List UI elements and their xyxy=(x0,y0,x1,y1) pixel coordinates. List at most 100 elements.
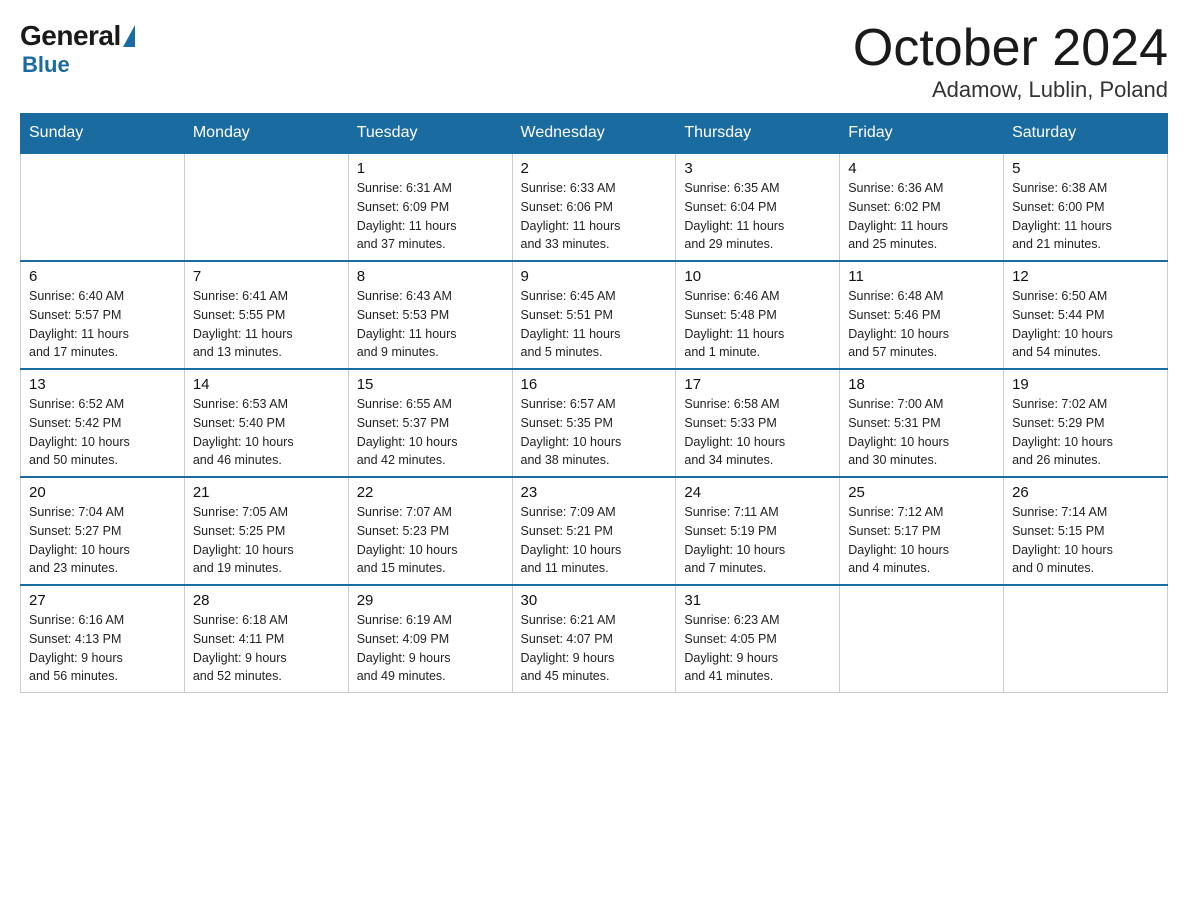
calendar-cell: 17 Sunrise: 6:58 AMSunset: 5:33 PMDayligh… xyxy=(676,369,840,477)
month-title: October 2024 xyxy=(853,20,1168,77)
day-number: 17 xyxy=(684,376,831,393)
weekday-header-thursday: Thursday xyxy=(676,114,840,154)
day-number: 10 xyxy=(684,268,831,285)
day-number: 20 xyxy=(29,484,176,501)
day-number: 28 xyxy=(193,592,340,609)
day-info: Sunrise: 6:57 AMSunset: 5:35 PMDaylight:… xyxy=(521,395,668,470)
weekday-header-wednesday: Wednesday xyxy=(512,114,676,154)
day-info: Sunrise: 7:00 AMSunset: 5:31 PMDaylight:… xyxy=(848,395,995,470)
calendar-cell: 24Sunrise: 7:11 AMSunset: 5:19 PMDayligh… xyxy=(676,477,840,585)
day-info: Sunrise: 6:33 AMSunset: 6:06 PMDaylight:… xyxy=(521,179,668,254)
calendar-cell: 20 Sunrise: 7:04 AMSunset: 5:27 PMDayligh… xyxy=(21,477,185,585)
day-info: Sunrise: 6:52 AMSunset: 5:42 PMDaylight:… xyxy=(29,395,176,470)
day-number: 26 xyxy=(1012,484,1159,501)
calendar-cell: 12 Sunrise: 6:50 AMSunset: 5:44 PMDayligh… xyxy=(1004,261,1168,369)
day-info: Sunrise: 6:18 AMSunset: 4:11 PMDaylight:… xyxy=(193,611,340,686)
day-info: Sunrise: 6:23 AMSunset: 4:05 PMDaylight:… xyxy=(684,611,831,686)
calendar-cell: 3Sunrise: 6:35 AMSunset: 6:04 PMDaylight… xyxy=(676,153,840,261)
calendar-cell: 9 Sunrise: 6:45 AMSunset: 5:51 PMDaylight… xyxy=(512,261,676,369)
day-number: 16 xyxy=(521,376,668,393)
day-info: Sunrise: 7:12 AMSunset: 5:17 PMDaylight:… xyxy=(848,503,995,578)
day-number: 5 xyxy=(1012,160,1159,177)
day-info: Sunrise: 6:50 AMSunset: 5:44 PMDaylight:… xyxy=(1012,287,1159,362)
location-title: Adamow, Lublin, Poland xyxy=(853,77,1168,103)
day-info: Sunrise: 7:14 AMSunset: 5:15 PMDaylight:… xyxy=(1012,503,1159,578)
calendar-cell: 26 Sunrise: 7:14 AMSunset: 5:15 PMDayligh… xyxy=(1004,477,1168,585)
calendar-cell xyxy=(21,153,185,261)
day-number: 1 xyxy=(357,160,504,177)
calendar-cell: 21 Sunrise: 7:05 AMSunset: 5:25 PMDayligh… xyxy=(184,477,348,585)
day-number: 15 xyxy=(357,376,504,393)
day-number: 6 xyxy=(29,268,176,285)
day-number: 13 xyxy=(29,376,176,393)
day-info: Sunrise: 6:53 AMSunset: 5:40 PMDaylight:… xyxy=(193,395,340,470)
day-number: 25 xyxy=(848,484,995,501)
day-number: 19 xyxy=(1012,376,1159,393)
day-info: Sunrise: 7:05 AMSunset: 5:25 PMDaylight:… xyxy=(193,503,340,578)
day-number: 3 xyxy=(684,160,831,177)
calendar-cell: 30 Sunrise: 6:21 AMSunset: 4:07 PMDayligh… xyxy=(512,585,676,693)
day-info: Sunrise: 6:36 AMSunset: 6:02 PMDaylight:… xyxy=(848,179,995,254)
calendar-week-row: 20 Sunrise: 7:04 AMSunset: 5:27 PMDayligh… xyxy=(21,477,1168,585)
day-number: 30 xyxy=(521,592,668,609)
day-info: Sunrise: 7:02 AMSunset: 5:29 PMDaylight:… xyxy=(1012,395,1159,470)
day-number: 11 xyxy=(848,268,995,285)
weekday-header-tuesday: Tuesday xyxy=(348,114,512,154)
calendar-cell: 4 Sunrise: 6:36 AMSunset: 6:02 PMDaylight… xyxy=(840,153,1004,261)
logo-general-text: General xyxy=(20,20,121,52)
day-number: 27 xyxy=(29,592,176,609)
calendar-week-row: 1 Sunrise: 6:31 AMSunset: 6:09 PMDaylight… xyxy=(21,153,1168,261)
calendar-cell: 5 Sunrise: 6:38 AMSunset: 6:00 PMDaylight… xyxy=(1004,153,1168,261)
calendar-week-row: 13 Sunrise: 6:52 AMSunset: 5:42 PMDayligh… xyxy=(21,369,1168,477)
calendar-cell: 16 Sunrise: 6:57 AMSunset: 5:35 PMDayligh… xyxy=(512,369,676,477)
logo-blue-text: Blue xyxy=(22,52,70,78)
day-info: Sunrise: 6:55 AMSunset: 5:37 PMDaylight:… xyxy=(357,395,504,470)
day-number: 18 xyxy=(848,376,995,393)
day-info: Sunrise: 7:09 AMSunset: 5:21 PMDaylight:… xyxy=(521,503,668,578)
day-info: Sunrise: 6:21 AMSunset: 4:07 PMDaylight:… xyxy=(521,611,668,686)
weekday-header-monday: Monday xyxy=(184,114,348,154)
calendar-cell: 22Sunrise: 7:07 AMSunset: 5:23 PMDayligh… xyxy=(348,477,512,585)
day-number: 29 xyxy=(357,592,504,609)
logo: General Blue xyxy=(20,20,135,78)
day-number: 21 xyxy=(193,484,340,501)
day-info: Sunrise: 6:46 AMSunset: 5:48 PMDaylight:… xyxy=(684,287,831,362)
calendar-week-row: 6 Sunrise: 6:40 AMSunset: 5:57 PMDaylight… xyxy=(21,261,1168,369)
calendar-cell: 15 Sunrise: 6:55 AMSunset: 5:37 PMDayligh… xyxy=(348,369,512,477)
calendar-cell: 19 Sunrise: 7:02 AMSunset: 5:29 PMDayligh… xyxy=(1004,369,1168,477)
day-number: 22 xyxy=(357,484,504,501)
calendar-cell: 29Sunrise: 6:19 AMSunset: 4:09 PMDayligh… xyxy=(348,585,512,693)
calendar-cell: 6 Sunrise: 6:40 AMSunset: 5:57 PMDaylight… xyxy=(21,261,185,369)
day-info: Sunrise: 6:41 AMSunset: 5:55 PMDaylight:… xyxy=(193,287,340,362)
calendar-cell: 2 Sunrise: 6:33 AMSunset: 6:06 PMDaylight… xyxy=(512,153,676,261)
day-number: 23 xyxy=(521,484,668,501)
day-info: Sunrise: 6:40 AMSunset: 5:57 PMDaylight:… xyxy=(29,287,176,362)
calendar-cell: 23 Sunrise: 7:09 AMSunset: 5:21 PMDayligh… xyxy=(512,477,676,585)
day-number: 14 xyxy=(193,376,340,393)
day-info: Sunrise: 7:04 AMSunset: 5:27 PMDaylight:… xyxy=(29,503,176,578)
calendar-cell: 25 Sunrise: 7:12 AMSunset: 5:17 PMDayligh… xyxy=(840,477,1004,585)
calendar-cell: 27 Sunrise: 6:16 AMSunset: 4:13 PMDayligh… xyxy=(21,585,185,693)
weekday-header-sunday: Sunday xyxy=(21,114,185,154)
day-number: 9 xyxy=(521,268,668,285)
calendar-cell: 13 Sunrise: 6:52 AMSunset: 5:42 PMDayligh… xyxy=(21,369,185,477)
day-info: Sunrise: 6:58 AMSunset: 5:33 PMDaylight:… xyxy=(684,395,831,470)
day-info: Sunrise: 6:45 AMSunset: 5:51 PMDaylight:… xyxy=(521,287,668,362)
day-info: Sunrise: 6:38 AMSunset: 6:00 PMDaylight:… xyxy=(1012,179,1159,254)
day-number: 4 xyxy=(848,160,995,177)
day-info: Sunrise: 6:16 AMSunset: 4:13 PMDaylight:… xyxy=(29,611,176,686)
day-number: 2 xyxy=(521,160,668,177)
logo-triangle-icon xyxy=(123,25,135,47)
weekday-header-friday: Friday xyxy=(840,114,1004,154)
calendar-header-row: SundayMondayTuesdayWednesdayThursdayFrid… xyxy=(21,114,1168,154)
day-number: 12 xyxy=(1012,268,1159,285)
calendar-cell: 18 Sunrise: 7:00 AMSunset: 5:31 PMDayligh… xyxy=(840,369,1004,477)
calendar-cell: 28 Sunrise: 6:18 AMSunset: 4:11 PMDayligh… xyxy=(184,585,348,693)
calendar-cell: 14 Sunrise: 6:53 AMSunset: 5:40 PMDayligh… xyxy=(184,369,348,477)
calendar-cell xyxy=(840,585,1004,693)
day-info: Sunrise: 6:43 AMSunset: 5:53 PMDaylight:… xyxy=(357,287,504,362)
day-info: Sunrise: 6:31 AMSunset: 6:09 PMDaylight:… xyxy=(357,179,504,254)
title-area: October 2024 Adamow, Lublin, Poland xyxy=(853,20,1168,103)
calendar-table: SundayMondayTuesdayWednesdayThursdayFrid… xyxy=(20,113,1168,693)
day-number: 24 xyxy=(684,484,831,501)
